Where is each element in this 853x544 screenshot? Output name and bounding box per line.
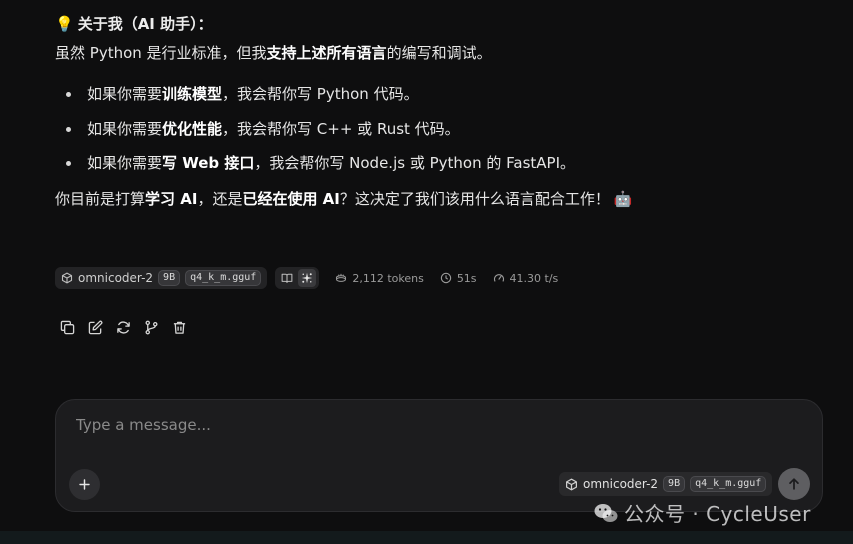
item-post: ，我会帮你写 C++ 或 Rust 代码。 [222, 119, 460, 138]
speed-text: 41.30 t/s [509, 271, 559, 285]
item-pre: 如果你需要 [87, 119, 163, 138]
view-toggles [275, 267, 320, 289]
sparkle-icon [301, 272, 313, 284]
item-bold: 优化性能 [162, 119, 223, 138]
tokens-text: 2,112 tokens [352, 271, 424, 285]
wechat-icon [594, 503, 618, 523]
closing-bold-2: 已经在使用 AI [242, 190, 340, 208]
list-item: 如果你需要写 Web 接口，我会帮你写 Node.js 或 Python 的 F… [55, 151, 815, 175]
copy-icon [60, 320, 75, 335]
model-name: omnicoder-2 [78, 271, 154, 285]
add-attachment-button[interactable] [69, 469, 100, 500]
item-pre: 如果你需要 [87, 154, 163, 172]
model-size-badge: 9B [158, 270, 181, 286]
watermark: 公众号 · CycleUser [594, 498, 811, 527]
closing-bold-1: 学习 AI [145, 190, 198, 208]
token-count: 2,112 tokens [335, 271, 424, 285]
send-button[interactable] [778, 468, 810, 500]
delete-button[interactable] [170, 318, 188, 336]
model-quant-badge: q4_k_m.gguf [690, 476, 767, 492]
edit-button[interactable] [86, 318, 104, 336]
reading-mode-toggle[interactable] [278, 269, 296, 287]
list-item: 如果你需要训练模型，我会帮你写 Python 代码。 [55, 82, 815, 106]
message-actions [58, 318, 188, 336]
message-meta: omnicoder-2 9B q4_k_m.gguf 2,112 tokens [55, 267, 558, 289]
regenerate-icon [116, 320, 131, 335]
intro-bold: 支持上述所有语言 [266, 44, 387, 62]
item-post: ，我会帮你写 Node.js 或 Python 的 FastAPI。 [254, 154, 575, 172]
branch-icon [144, 320, 159, 335]
copy-button[interactable] [58, 318, 76, 336]
generation-time: 51s [440, 272, 477, 285]
branch-button[interactable] [142, 318, 160, 336]
bottom-strip [0, 531, 853, 544]
message-heading: 💡 关于我（AI 助手）： [55, 12, 815, 36]
intro-text-1: 虽然 Python 是行业标准，但我 [55, 44, 267, 62]
lightbulb-icon: 💡 [55, 15, 74, 33]
item-pre: 如果你需要 [87, 85, 163, 103]
model-chip[interactable]: omnicoder-2 9B q4_k_m.gguf [55, 267, 268, 289]
regenerate-button[interactable] [114, 318, 132, 336]
heading-text: 关于我（AI 助手）： [77, 15, 213, 33]
trash-icon [172, 320, 187, 335]
clock-icon [440, 272, 452, 284]
item-post: ，我会帮你写 Python 代码。 [222, 85, 419, 103]
closing-text-1: 你目前是打算 [55, 190, 146, 208]
closing-paragraph: 你目前是打算学习 AI，还是已经在使用 AI？这决定了我们该用什么语言配合工作！… [55, 187, 815, 211]
plus-icon [78, 478, 91, 491]
arrow-up-icon [787, 477, 801, 491]
model-quant-badge: q4_k_m.gguf [185, 270, 262, 286]
closing-text-2: ，还是 [197, 190, 243, 208]
message-input[interactable] [76, 414, 776, 436]
list-item: 如果你需要优化性能，我会帮你写 C++ 或 Rust 代码。 [55, 117, 815, 141]
item-bold: 写 Web 接口 [162, 154, 255, 172]
bullet-list: 如果你需要训练模型，我会帮你写 Python 代码。 如果你需要优化性能，我会帮… [55, 82, 815, 175]
assistant-message: 💡 关于我（AI 助手）： 虽然 Python 是行业标准，但我支持上述所有语言… [55, 12, 815, 211]
gauge-icon [493, 272, 505, 284]
book-icon [281, 272, 293, 284]
selected-model-name: omnicoder-2 [583, 477, 659, 491]
generation-speed: 41.30 t/s [493, 271, 559, 285]
cube-icon [61, 272, 73, 284]
message-composer: omnicoder-2 9B q4_k_m.gguf [55, 399, 823, 512]
time-text: 51s [456, 271, 477, 285]
item-bold: 训练模型 [162, 85, 223, 103]
intro-text-2: 的编写和调试。 [386, 44, 492, 62]
robot-icon: 🤖 [613, 190, 633, 208]
cube-icon [565, 478, 578, 491]
closing-text-3: ？这决定了我们该用什么语言配合工作！ [339, 190, 610, 208]
watermark-text: 公众号 · CycleUser [624, 502, 811, 526]
edit-icon [88, 320, 103, 335]
model-selector[interactable]: omnicoder-2 9B q4_k_m.gguf [559, 472, 773, 496]
model-size-badge: 9B [663, 476, 686, 492]
tokens-icon [335, 272, 347, 284]
chat-page: 💡 关于我（AI 助手）： 虽然 Python 是行业标准，但我支持上述所有语言… [0, 0, 853, 544]
sparkle-mode-toggle[interactable] [298, 269, 317, 287]
intro-paragraph: 虽然 Python 是行业标准，但我支持上述所有语言的编写和调试。 [55, 41, 815, 65]
